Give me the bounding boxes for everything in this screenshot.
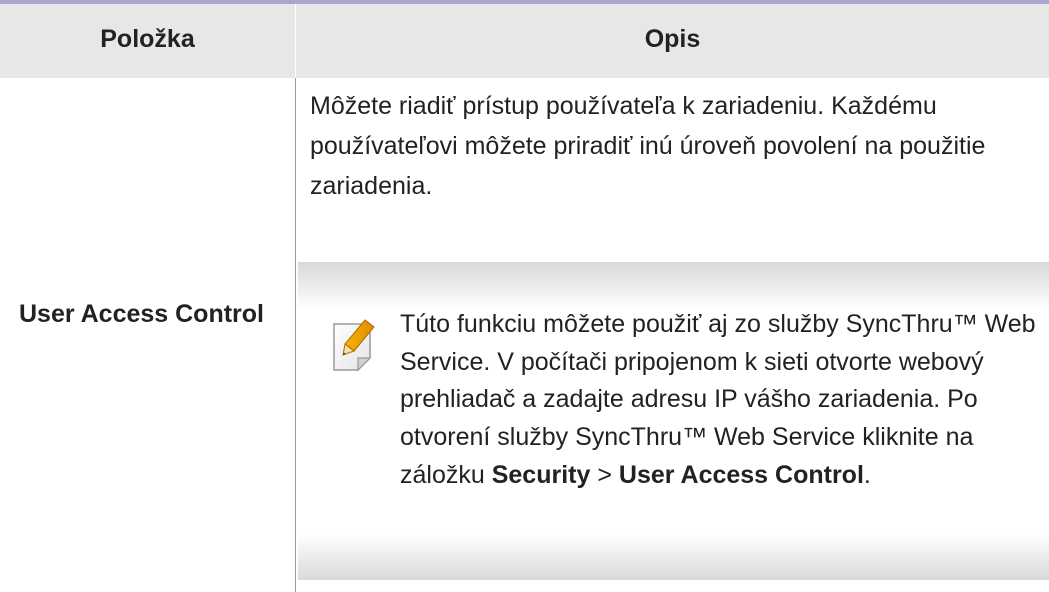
header-divider (295, 4, 296, 78)
table-header-row: Položka Opis (0, 4, 1049, 78)
header-item: Položka (100, 25, 195, 53)
note-pencil-icon (333, 319, 375, 372)
menu-separator: > (597, 460, 612, 489)
row-label: User Access Control (19, 300, 264, 328)
column-divider (295, 78, 296, 592)
note-period: . (863, 460, 871, 489)
row-description: Môžete riadiť prístup používateľa k zari… (310, 92, 986, 200)
menu-user-access-control: User Access Control (618, 460, 864, 489)
note-text: Túto funkciu môžete použiť aj zo služby … (400, 306, 1045, 495)
menu-security: Security (491, 460, 591, 489)
header-description: Opis (644, 25, 701, 53)
